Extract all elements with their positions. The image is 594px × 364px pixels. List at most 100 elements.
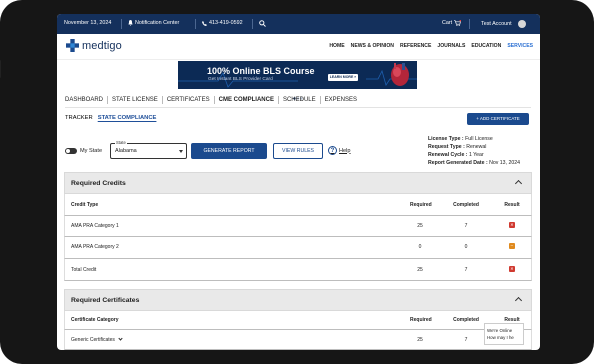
nav-services[interactable]: SERVICES [507, 43, 533, 49]
certificate-required: 25 [417, 337, 423, 343]
result-cell [504, 243, 520, 249]
col-completed: Completed [453, 202, 479, 208]
table-row[interactable]: Generic Certificates 25 7 [64, 330, 532, 350]
nav-news-opinion[interactable]: NEWS & OPINION [351, 43, 394, 49]
renewal-cycle-value: 1 Year [468, 152, 484, 158]
tab-state-license[interactable]: STATE LICENSE [108, 96, 163, 104]
divider [469, 19, 470, 29]
required-certificates-header[interactable]: Required Certificates [64, 289, 532, 311]
col-certificate-category: Certificate Category [71, 317, 119, 323]
credit-completed: 0 [464, 244, 468, 250]
state-select-value: Alabama [115, 148, 137, 154]
credit-name: Total Credit [71, 267, 97, 273]
chevron-up-icon[interactable] [514, 296, 523, 305]
add-certificate-button[interactable]: + ADD CERTIFICATE [467, 113, 529, 125]
account-menu[interactable]: Test Account [481, 20, 526, 28]
phone-link[interactable]: 413-419-0592 [202, 20, 243, 26]
medtigo-cross-icon [66, 39, 79, 52]
phone-icon [202, 20, 207, 26]
col-result: Result [504, 202, 520, 208]
credit-name: AMA PRA Category 1 [71, 223, 119, 229]
sub-tabs: TRACKER STATE COMPLIANCE [65, 115, 156, 121]
banner-subtitle: Get Instant BLS Provider Card [208, 77, 273, 82]
table-row: AMA PRA Category 2 0 0 [64, 237, 532, 259]
col-credit-type: Credit Type [71, 202, 99, 208]
request-type-label: Request Type : [428, 144, 465, 150]
nav-education[interactable]: EDUCATION [471, 43, 501, 49]
table-row: AMA PRA Category 1 25 7 [64, 216, 532, 237]
chat-status: We're Online [487, 328, 513, 333]
learn-more-button[interactable]: LEARN MORE » [328, 74, 358, 81]
report-date-value: Nov 13, 2024 [489, 160, 520, 166]
generate-report-button[interactable]: GENERATE REPORT [191, 143, 267, 159]
cart-label: Cart [442, 20, 453, 26]
chevron-up-icon[interactable] [514, 179, 523, 188]
certificate-category[interactable]: Generic Certificates [71, 336, 123, 343]
tablet-frame: November 13, 2024 Notification Center 41… [0, 0, 594, 364]
banner-title: 100% Online BLS Course [207, 66, 315, 76]
license-type-value: Full License [465, 136, 493, 142]
credit-completed: 7 [464, 267, 468, 273]
avatar [517, 20, 526, 28]
divider [121, 19, 122, 29]
nav-reference[interactable]: REFERENCE [400, 43, 431, 49]
current-date: November 13, 2024 [64, 20, 112, 26]
subtab-tracker[interactable]: TRACKER [65, 115, 93, 121]
nav-journals[interactable]: JOURNALS [437, 43, 465, 49]
cart-link[interactable]: Cart [442, 20, 462, 26]
chat-widget[interactable]: We're Online How may I he [484, 323, 524, 345]
result-cell [504, 222, 520, 228]
bell-icon [128, 20, 133, 26]
nav-home[interactable]: HOME [329, 43, 344, 49]
notification-center-link[interactable]: Notification Center [128, 20, 179, 26]
credit-completed: 7 [464, 223, 468, 229]
tab-expenses[interactable]: EXPENSES [321, 96, 361, 104]
tab-dashboard[interactable]: DASHBOARD [65, 96, 109, 104]
my-state-toggle[interactable] [65, 148, 77, 154]
section-title: Required Certificates [71, 297, 140, 304]
fail-icon [509, 222, 515, 228]
request-type-value: Renewal [466, 144, 487, 150]
tab-certificates[interactable]: CERTIFICATES [163, 96, 215, 104]
table-row-total: Total Credit 25 7 [64, 259, 532, 281]
help-link[interactable]: ? Help [328, 146, 351, 155]
required-credits-header[interactable]: Required Credits [64, 172, 532, 194]
chat-prompt: How may I he [487, 335, 514, 340]
nav-links: HOME NEWS & OPINION REFERENCE JOURNALS E… [329, 43, 533, 49]
logo-text: medtigo [82, 39, 122, 52]
table-header: Certificate Category Required Completed … [64, 311, 532, 330]
my-state-label: My State [80, 148, 103, 154]
col-completed: Completed [453, 317, 479, 323]
bls-course-banner[interactable]: 100% Online BLS Course Get Instant BLS P… [178, 61, 417, 89]
result-cell [504, 266, 520, 272]
subtab-state-compliance[interactable]: STATE COMPLIANCE [98, 115, 157, 121]
tab-cme-compliance[interactable]: CME COMPLIANCE [215, 96, 279, 104]
account-name: Test Account [481, 21, 512, 27]
volume-button [0, 60, 1, 78]
tab-schedule[interactable]: SCHEDULE [279, 96, 321, 104]
renewal-cycle-label: Renewal Cycle : [428, 152, 468, 158]
search-icon[interactable] [259, 20, 266, 27]
top-bar: November 13, 2024 Notification Center 41… [57, 14, 540, 34]
chevron-down-icon [118, 336, 123, 341]
notification-center-label: Notification Center [135, 20, 180, 26]
fail-icon [509, 266, 515, 272]
table-header: Credit Type Required Completed Result [64, 194, 532, 216]
help-label: Help [339, 147, 351, 154]
credit-required: 25 [417, 267, 423, 273]
main-tabs: DASHBOARD STATE LICENSE CERTIFICATES CME… [65, 96, 361, 104]
phone-number: 413-419-0592 [209, 20, 243, 26]
report-generated-date: Report Generated Date : Nov 13, 2024 [428, 160, 520, 166]
main-nav: medtigo HOME NEWS & OPINION REFERENCE JO… [57, 34, 540, 60]
credit-required: 25 [417, 223, 423, 229]
col-required: Required [410, 202, 432, 208]
medtigo-logo[interactable]: medtigo [66, 39, 122, 52]
credit-name: AMA PRA Category 2 [71, 244, 119, 250]
state-select-label: State [115, 140, 127, 145]
credit-required: 0 [418, 244, 422, 250]
divider [195, 19, 196, 29]
chevron-down-icon [179, 150, 183, 153]
cart-icon [454, 20, 462, 26]
view-rules-button[interactable]: VIEW RULES [273, 143, 323, 159]
help-icon: ? [328, 146, 337, 155]
